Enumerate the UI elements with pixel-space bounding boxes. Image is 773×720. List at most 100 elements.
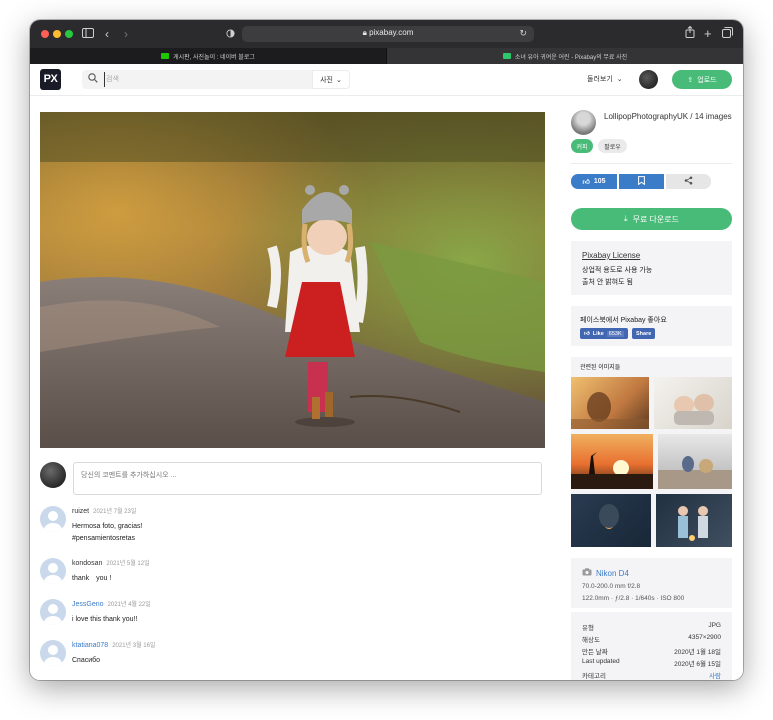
zoom-window-button[interactable] [65, 30, 73, 38]
browse-label: 둘러보기 [587, 76, 613, 83]
title-bar: ‹ › 🔒︎ pixabay.com ↻ + [30, 20, 743, 48]
search-input[interactable] [104, 72, 304, 87]
address-bar[interactable]: 🔒︎ pixabay.com ↻ [242, 26, 534, 42]
tab-overview-icon[interactable] [722, 26, 733, 42]
camera-icon [582, 568, 592, 578]
related-image[interactable] [571, 377, 649, 429]
spec-row: 해상도 4357×2900 [582, 634, 721, 644]
spec-row: Last updated 2020년 6월 15일 [582, 658, 721, 668]
search-type-label: 사진 [320, 76, 333, 84]
minimize-window-button[interactable] [53, 30, 61, 38]
category-link[interactable]: 사람 [709, 670, 721, 680]
free-download-button[interactable]: ⤓ 무료 다운로드 [571, 208, 732, 230]
related-image[interactable] [571, 434, 653, 489]
current-user-avatar [40, 462, 66, 488]
comment-text: thank you ! [72, 575, 112, 582]
comment-text: Спасибо [72, 657, 101, 664]
comment-input[interactable] [73, 462, 542, 495]
follow-button[interactable]: 팔로우 [598, 139, 627, 153]
search-type-dropdown[interactable]: 사진 ⌄ [312, 70, 350, 89]
main-photo[interactable] [40, 112, 545, 448]
comment-date: 2021년 7월 23일 [93, 509, 137, 515]
license-commercial: 상업적 용도로 사용 가능 [582, 267, 653, 274]
chevron-down-icon: ⌄ [616, 76, 623, 83]
related-images-title: 관련된 이미지들 [580, 365, 621, 371]
related-image[interactable] [571, 494, 651, 547]
spec-row: 유형 JPG [582, 622, 721, 632]
comment-author[interactable]: kondosan 2021년 5월 12일 [72, 558, 150, 567]
chevron-down-icon: ⌄ [336, 76, 342, 84]
reload-icon[interactable]: ↻ [519, 28, 527, 39]
browse-menu[interactable]: 둘러보기 ⌄ [587, 74, 623, 84]
facebook-share-button[interactable]: Share [632, 328, 656, 339]
avatar[interactable] [40, 506, 66, 532]
related-image[interactable] [654, 377, 732, 429]
related-image[interactable] [658, 434, 732, 489]
upload-button[interactable]: ⇪ 업로드 [672, 70, 732, 89]
avatar[interactable] [40, 599, 66, 625]
facebook-like-button[interactable]: 👍︎ Like 653K [580, 328, 628, 339]
tab-label: 게시판, 사진놀이 : 네이버 블로그 [173, 54, 255, 61]
related-images-panel: 관련된 이미지들 [571, 357, 732, 547]
share-icon [684, 176, 693, 187]
tab-label: 소녀 유아 귀여운 어린 - Pixabay의 무료 사진 [514, 54, 628, 61]
bookmark-icon [638, 176, 645, 187]
license-panel: Pixabay License 상업적 용도로 사용 가능 출처 안 밝혀도 됨 [571, 241, 732, 295]
facebook-like-count: 653K [606, 330, 624, 337]
comment-date: 2021년 4월 22일 [107, 602, 151, 608]
comment-date: 2021년 5월 12일 [106, 561, 150, 567]
author-name[interactable]: LollipopPhotographyUK / 14 images [604, 112, 732, 122]
avatar[interactable] [40, 558, 66, 584]
comment-date: 2021년 3월 16일 [112, 643, 156, 649]
pixabay-logo[interactable]: PX [40, 69, 61, 90]
spec-row: 카테고리 사람 [582, 670, 721, 680]
privacy-shield-icon[interactable] [226, 26, 235, 42]
license-attribution: 출처 안 밝혀도 됨 [582, 279, 633, 286]
comment-author[interactable]: JessGeno 2021년 4월 22일 [72, 599, 151, 608]
user-avatar[interactable] [639, 70, 658, 89]
comment-author[interactable]: ruizet 2021년 7월 23일 [72, 506, 136, 515]
forward-icon[interactable]: › [124, 26, 128, 42]
like-count: 105 [593, 178, 606, 185]
site-header: PX 사진 ⌄ 둘러보기 ⌄ ⇪ 업로드 [30, 64, 743, 96]
tab-naver-blog[interactable]: 게시판, 사진놀이 : 네이버 블로그 [30, 48, 387, 64]
upload-label: 업로드 [697, 76, 717, 84]
comment-text: i love this thank you!! [72, 616, 138, 623]
related-image[interactable] [656, 494, 732, 547]
like-button[interactable]: 👍︎ 105 [571, 174, 617, 189]
avatar[interactable] [40, 640, 66, 666]
facebook-title: 페이스북에서 Pixabay 좋아요 [580, 317, 667, 324]
author-avatar[interactable] [571, 110, 596, 135]
tab-bar: 게시판, 사진놀이 : 네이버 블로그 소녀 유아 귀여운 어린 - Pixab… [30, 48, 743, 64]
bookmark-button[interactable] [619, 174, 664, 189]
license-link[interactable]: Pixabay License [582, 251, 640, 260]
page-content: ruizet2021년 7월 23일 Hermosa foto, gracias… [30, 96, 743, 680]
close-window-button[interactable] [41, 30, 49, 38]
divider [571, 163, 732, 164]
download-label: 무료 다운로드 [632, 214, 679, 224]
thumbs-up-icon: 👍︎ [584, 330, 590, 337]
new-tab-icon[interactable]: + [704, 26, 712, 42]
spec-row: 만든 날짜 2020년 1월 18일 [582, 649, 721, 656]
camera-settings: 122.0mm · ƒ/2.8 · 1/640s · ISO 800 [582, 595, 685, 602]
url-text: pixabay.com [369, 28, 414, 37]
search-bar: 사진 ⌄ [82, 70, 350, 89]
search-icon[interactable] [88, 73, 98, 87]
camera-lens: 70.0-200.0 mm f/2.8 [582, 583, 641, 590]
camera-panel: Nikon D4 70.0-200.0 mm f/2.8 122.0mm · ƒ… [571, 558, 732, 608]
naver-favicon-icon [161, 53, 170, 59]
comment-author[interactable]: ktatiana078 2021년 3월 16일 [72, 640, 155, 649]
lock-icon: 🔒︎ [362, 28, 367, 37]
download-icon: ⤓ [624, 214, 628, 223]
image-specs-panel: 유형 JPG 해상도 4357×2900 만든 날짜 2020년 1월 18일 Las… [571, 612, 732, 680]
share-button[interactable] [666, 174, 711, 189]
thumbs-up-icon: 👍︎ [582, 179, 590, 186]
pixabay-favicon-icon [502, 53, 511, 59]
coffee-button[interactable]: 커피 [571, 139, 593, 153]
sidebar-toggle-icon[interactable] [82, 26, 94, 42]
share-icon[interactable] [685, 25, 695, 42]
back-icon[interactable]: ‹ [105, 26, 109, 42]
tab-pixabay[interactable]: 소녀 유아 귀여운 어린 - Pixabay의 무료 사진 [387, 48, 743, 64]
camera-name[interactable]: Nikon D4 [582, 568, 629, 578]
comment-text: Hermosa foto, gracias! #pensamientosreta… [72, 523, 143, 542]
